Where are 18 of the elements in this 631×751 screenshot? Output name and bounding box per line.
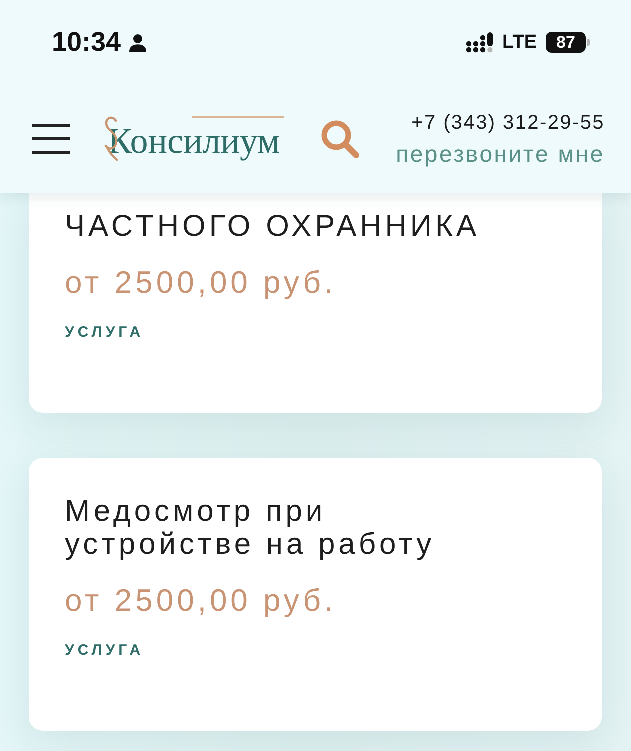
search-button[interactable]: [320, 119, 360, 159]
phone-link[interactable]: +7 (343) 312-29-55: [412, 110, 605, 136]
battery-percentage: 87: [546, 32, 586, 53]
card-tag: УСЛУГА: [65, 323, 566, 343]
menu-icon: [32, 124, 70, 154]
card-title: Медосмотр при устройстве на работу: [65, 495, 436, 561]
service-card[interactable]: Медосмотр при устройстве на работу от 2500,00 руб. УСЛУГА: [29, 458, 602, 731]
card-tag: УСЛУГА: [65, 641, 566, 661]
search-icon: [320, 119, 360, 159]
service-card[interactable]: ЧАСТНОГО ОХРАННИКА от 2500,00 руб. УСЛУГА: [29, 193, 602, 413]
signal-icon: [466, 32, 494, 53]
card-price: от 2500,00 руб.: [65, 264, 338, 302]
network-label: LTE: [502, 33, 537, 52]
card-price: от 2500,00 руб.: [65, 582, 338, 620]
person-icon: [129, 34, 148, 52]
menu-button[interactable]: [32, 124, 70, 154]
status-time: 10:34: [52, 29, 122, 56]
card-title: ЧАСТНОГО ОХРАННИКА: [65, 210, 481, 243]
